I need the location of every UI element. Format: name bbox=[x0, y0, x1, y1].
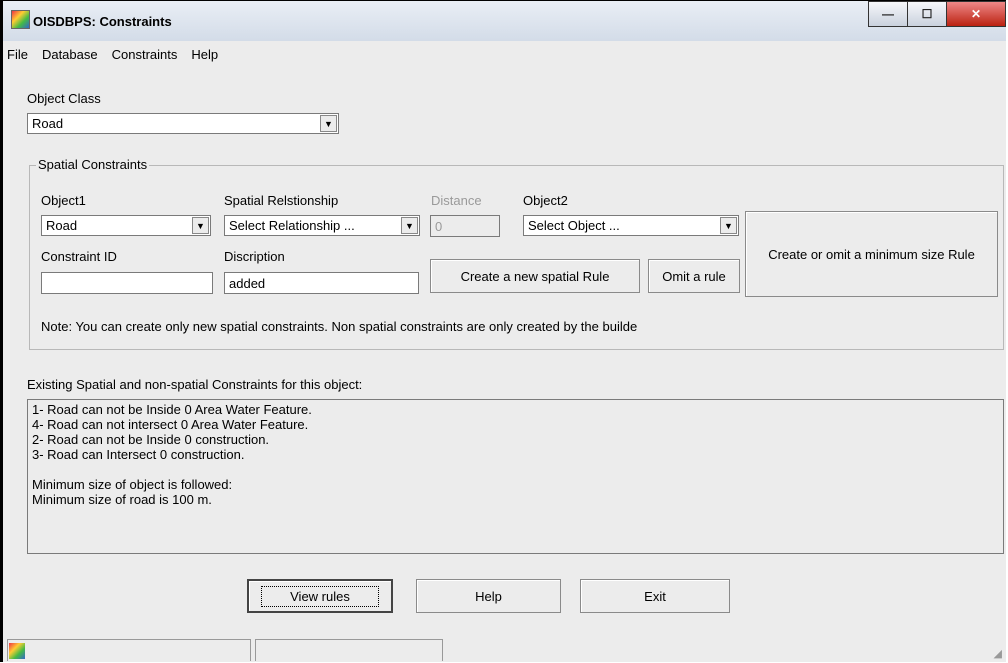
create-spatial-rule-button[interactable]: Create a new spatial Rule bbox=[430, 259, 640, 293]
exit-button[interactable]: Exit bbox=[580, 579, 730, 613]
object-class-select[interactable]: Road ▼ bbox=[27, 113, 339, 134]
close-icon[interactable]: ✕ bbox=[946, 1, 1006, 27]
spatial-note: Note: You can create only new spatial co… bbox=[41, 319, 638, 334]
list-item[interactable]: 4- Road can not intersect 0 Area Water F… bbox=[32, 417, 999, 432]
min-size-rule-button[interactable]: Create or omit a minimum size Rule bbox=[745, 211, 998, 297]
constraint-id-input[interactable] bbox=[41, 272, 213, 294]
dropdown-arrow-icon[interactable]: ▼ bbox=[320, 115, 337, 132]
status-pane-2 bbox=[255, 639, 443, 661]
relationship-value: Select Relationship ... bbox=[229, 218, 355, 233]
omit-rule-button[interactable]: Omit a rule bbox=[648, 259, 740, 293]
status-pane-1 bbox=[7, 639, 251, 661]
menu-file[interactable]: File bbox=[7, 47, 28, 62]
list-item[interactable] bbox=[32, 462, 999, 477]
dropdown-arrow-icon[interactable]: ▼ bbox=[192, 217, 209, 234]
menu-help[interactable]: Help bbox=[191, 47, 218, 62]
object1-label: Object1 bbox=[41, 193, 86, 208]
existing-constraints-label: Existing Spatial and non-spatial Constra… bbox=[27, 377, 363, 392]
app-icon bbox=[11, 10, 30, 29]
distance-label: Distance bbox=[431, 193, 482, 208]
relationship-label: Spatial Relstionship bbox=[224, 193, 339, 208]
minimize-icon[interactable]: — bbox=[868, 1, 908, 27]
object1-value: Road bbox=[46, 218, 78, 233]
existing-constraints-list[interactable]: 1- Road can not be Inside 0 Area Water F… bbox=[27, 399, 1004, 554]
object2-select[interactable]: Select Object ... ▼ bbox=[523, 215, 739, 236]
list-item[interactable]: Minimum size of object is followed: bbox=[32, 477, 999, 492]
list-item[interactable]: 3- Road can Intersect 0 construction. bbox=[32, 447, 999, 462]
view-rules-button[interactable]: View rules bbox=[247, 579, 393, 613]
menu-constraints[interactable]: Constraints bbox=[112, 47, 178, 62]
resize-grip-icon[interactable]: ◢ bbox=[994, 647, 1002, 660]
constraint-id-label: Constraint ID bbox=[41, 249, 117, 264]
help-button[interactable]: Help bbox=[416, 579, 561, 613]
status-bar: ◢ bbox=[3, 636, 1006, 662]
distance-input[interactable]: 0 bbox=[430, 215, 500, 237]
window-title: OISDBPS: Constraints bbox=[33, 14, 172, 29]
object-class-value: Road bbox=[32, 116, 64, 131]
object2-label: Object2 bbox=[523, 193, 568, 208]
object-class-label: Object Class bbox=[27, 91, 101, 106]
object1-select[interactable]: Road ▼ bbox=[41, 215, 211, 236]
menu-database[interactable]: Database bbox=[42, 47, 98, 62]
dropdown-arrow-icon[interactable]: ▼ bbox=[720, 217, 737, 234]
list-item[interactable]: 1- Road can not be Inside 0 Area Water F… bbox=[32, 402, 999, 417]
menu-bar: File Database Constraints Help bbox=[3, 47, 218, 62]
description-label: Discription bbox=[224, 249, 285, 264]
list-item[interactable]: 2- Road can not be Inside 0 construction… bbox=[32, 432, 999, 447]
view-rules-label: View rules bbox=[261, 585, 379, 607]
object2-value: Select Object ... bbox=[528, 218, 620, 233]
dropdown-arrow-icon[interactable]: ▼ bbox=[401, 217, 418, 234]
spatial-constraints-legend: Spatial Constraints bbox=[36, 157, 150, 172]
relationship-select[interactable]: Select Relationship ... ▼ bbox=[224, 215, 420, 236]
maximize-icon[interactable]: ☐ bbox=[907, 1, 947, 27]
constraints-window: OISDBPS: Constraints — ☐ ✕ File Database… bbox=[0, 0, 1006, 662]
list-item[interactable]: Minimum size of road is 100 m. bbox=[32, 492, 999, 507]
description-input[interactable]: added bbox=[224, 272, 419, 294]
window-controls: — ☐ ✕ bbox=[868, 1, 1006, 29]
title-bar[interactable]: OISDBPS: Constraints — ☐ ✕ bbox=[3, 1, 1006, 41]
